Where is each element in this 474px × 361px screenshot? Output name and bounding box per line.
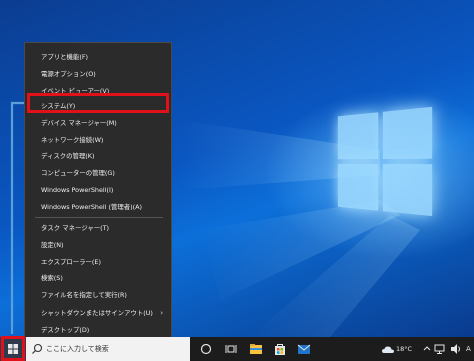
menu-item-powershell-admin[interactable]: Windows PowerShell (管理者)(A) bbox=[25, 199, 171, 215]
menu-separator bbox=[35, 217, 163, 218]
menu-item-computer-management[interactable]: コンピューターの管理(G) bbox=[25, 165, 171, 181]
menu-item-run[interactable]: ファイル名を指定して実行(R) bbox=[25, 287, 171, 303]
menu-item-device-manager[interactable]: デバイス マネージャー(M) bbox=[25, 115, 171, 131]
menu-item-label: ファイル名を指定して実行(R) bbox=[41, 291, 127, 299]
menu-item-shutdown-signout[interactable]: シャットダウンまたはサインアウト(U) › bbox=[25, 305, 171, 321]
menu-item-label: 検索(S) bbox=[41, 274, 63, 282]
weather-temperature[interactable]: 18°C bbox=[396, 345, 412, 353]
menu-item-label: 電源オプション(O) bbox=[41, 70, 96, 78]
windows-logo-wallpaper bbox=[337, 106, 433, 218]
file-explorer-icon[interactable] bbox=[248, 341, 264, 357]
menu-item-label: 設定(N) bbox=[41, 241, 64, 249]
mail-icon[interactable] bbox=[296, 341, 312, 357]
menu-item-label: Windows PowerShell(I) bbox=[41, 186, 114, 194]
chevron-up-icon[interactable] bbox=[422, 343, 432, 353]
menu-item-label: デバイス マネージャー(M) bbox=[41, 119, 117, 127]
menu-item-label: デスクトップ(D) bbox=[41, 326, 90, 334]
menu-item-label: ディスクの管理(K) bbox=[41, 152, 95, 160]
weather-icon bbox=[382, 346, 394, 353]
menu-item-disk-management[interactable]: ディスクの管理(K) bbox=[25, 148, 171, 164]
menu-item-desktop[interactable]: デスクトップ(D) bbox=[25, 322, 171, 338]
menu-item-network-connections[interactable]: ネットワーク接続(W) bbox=[25, 132, 171, 148]
menu-item-search[interactable]: 検索(S) bbox=[25, 270, 171, 286]
highlight-box-system bbox=[27, 93, 169, 113]
store-icon[interactable] bbox=[272, 341, 288, 357]
taskbar-search-box[interactable]: ここに入力して検索 bbox=[26, 337, 190, 361]
menu-item-settings[interactable]: 設定(N) bbox=[25, 237, 171, 253]
menu-item-powershell[interactable]: Windows PowerShell(I) bbox=[25, 182, 171, 198]
menu-item-task-manager[interactable]: タスク マネージャー(T) bbox=[25, 220, 171, 236]
menu-item-power-options[interactable]: 電源オプション(O) bbox=[25, 66, 171, 82]
search-placeholder: ここに入力して検索 bbox=[46, 345, 109, 353]
menu-item-label: Windows PowerShell (管理者)(A) bbox=[41, 203, 143, 211]
menu-item-label: ネットワーク接続(W) bbox=[41, 136, 104, 144]
winx-context-menu: アプリと機能(F) 電源オプション(O) イベント ビューアー(V) システム(… bbox=[24, 42, 172, 340]
menu-item-label: コンピューターの管理(G) bbox=[41, 169, 115, 177]
menu-item-explorer[interactable]: エクスプローラー(E) bbox=[25, 254, 171, 270]
task-view-icon[interactable] bbox=[198, 341, 214, 357]
menu-item-label: シャットダウンまたはサインアウト(U) bbox=[41, 309, 153, 317]
search-icon bbox=[32, 343, 43, 354]
submenu-arrow-icon: › bbox=[160, 309, 163, 317]
menu-item-label: タスク マネージャー(T) bbox=[41, 224, 109, 232]
taskbar: ここに入力して検索 18°C A bbox=[0, 337, 474, 361]
highlight-box-start bbox=[1, 336, 25, 361]
widgets-icon[interactable] bbox=[222, 341, 238, 357]
ime-indicator[interactable]: A bbox=[466, 345, 471, 353]
volume-icon[interactable] bbox=[450, 343, 462, 355]
network-icon[interactable] bbox=[434, 343, 446, 355]
menu-item-label: エクスプローラー(E) bbox=[41, 258, 101, 266]
menu-item-apps-features[interactable]: アプリと機能(F) bbox=[25, 49, 171, 65]
menu-item-label: アプリと機能(F) bbox=[41, 53, 89, 61]
